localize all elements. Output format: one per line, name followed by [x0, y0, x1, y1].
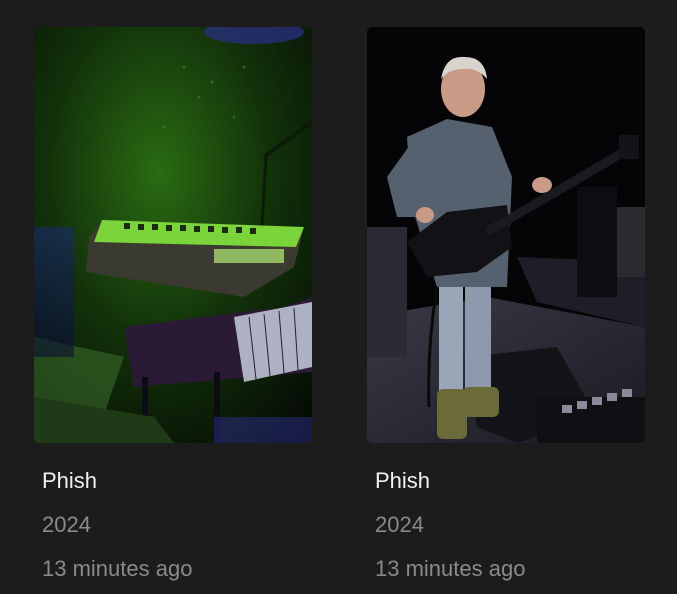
- media-title[interactable]: Phish: [42, 468, 312, 494]
- bassist-stage-photo-icon: [367, 27, 645, 443]
- media-card[interactable]: Phish 2024 13 minutes ago: [367, 27, 645, 582]
- media-title[interactable]: Phish: [375, 468, 645, 494]
- media-year: 2024: [42, 512, 91, 537]
- poster-thumbnail[interactable]: [367, 27, 645, 443]
- keyboard-stage-photo-icon: [34, 27, 312, 443]
- poster-thumbnail[interactable]: [34, 27, 312, 443]
- added-timestamp: 13 minutes ago: [42, 556, 193, 581]
- added-timestamp: 13 minutes ago: [375, 556, 526, 581]
- media-grid: Phish 2024 13 minutes ago Phish 2024 13 …: [0, 0, 677, 594]
- media-card[interactable]: Phish 2024 13 minutes ago: [34, 27, 312, 582]
- media-year: 2024: [375, 512, 424, 537]
